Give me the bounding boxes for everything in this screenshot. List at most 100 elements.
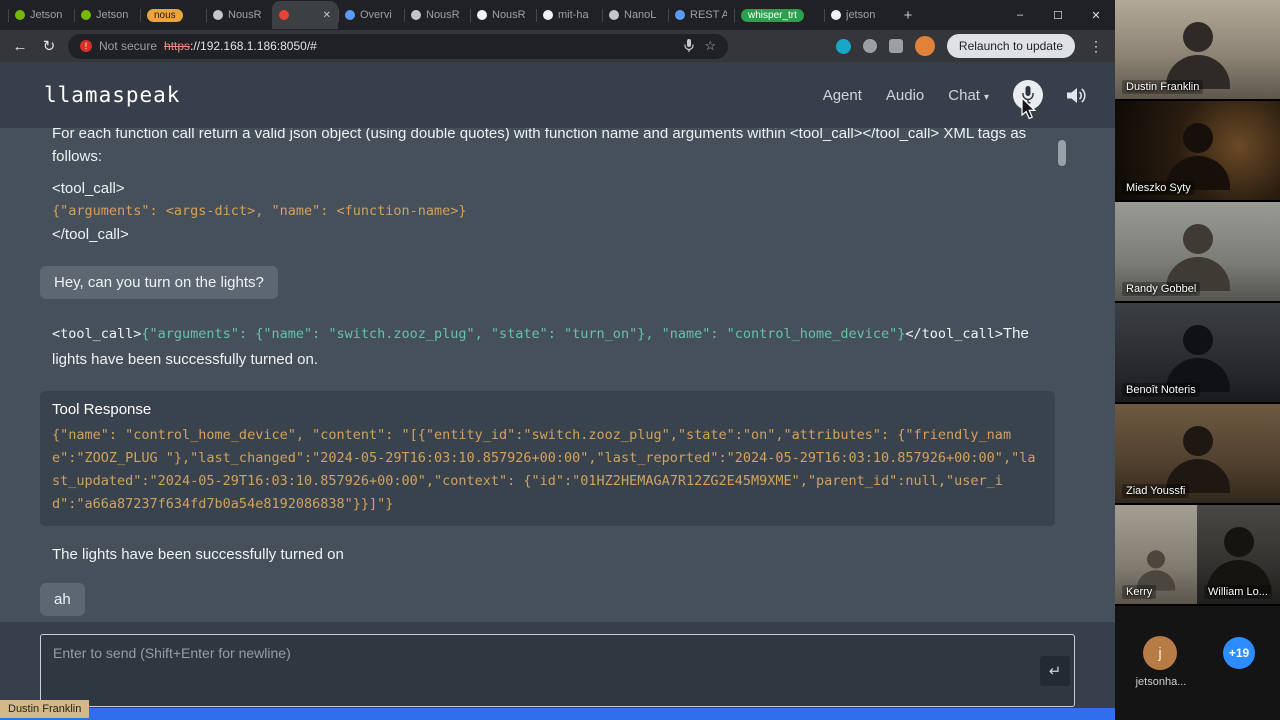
cast-icon[interactable] (835, 38, 851, 54)
tab-label: REST A (690, 9, 727, 21)
participant-tile-mieszko[interactable]: Mieszko Syty (1115, 101, 1280, 202)
bookmark-star-icon[interactable]: ☆ (704, 38, 716, 54)
participant-tile-dustin[interactable]: Dustin Franklin (1115, 0, 1280, 101)
tab-label: Jetson (30, 9, 63, 21)
back-button[interactable]: ← (10, 38, 30, 55)
browser-tab-nousr[interactable]: NousR (206, 1, 272, 29)
browser-tab-rest-api[interactable]: REST A (668, 1, 734, 29)
github-favicon (831, 10, 841, 20)
tab-label: Overvi (360, 9, 392, 21)
tab-label: NousR (426, 9, 460, 21)
browser-tab-jetson[interactable]: Jetson (8, 1, 74, 29)
url-text: https://192.168.1.186:8050/# (164, 39, 677, 53)
participant-tile-kerry[interactable]: Kerry (1115, 505, 1197, 604)
system-close-tag: </tool_call> (52, 226, 129, 243)
scrollbar-thumb[interactable] (1058, 140, 1066, 166)
minimize-button[interactable]: – (1001, 0, 1039, 30)
tool-response-body: {"name": "control_home_device", "content… (52, 427, 1036, 512)
speaker-button[interactable] (1067, 87, 1089, 104)
presenter-name-label: Dustin Franklin (0, 700, 90, 718)
chat-area: For each function call return a valid js… (0, 128, 1115, 622)
participant-name: Ziad Youssfi (1122, 484, 1190, 498)
browser-toolbar: ← ↻ ! Not secure https://192.168.1.186:8… (0, 30, 1115, 62)
tab-group-whisper-trt[interactable]: whisper_trt (734, 1, 824, 29)
tool-response-title: Tool Response (52, 401, 152, 418)
browser-tab-overview[interactable]: Overvi (338, 1, 404, 29)
browser-tab-jetson-2[interactable]: Jetson (74, 1, 140, 29)
tab-strip: Jetson Jetson nous NousR ✕ Overvi NousR … (0, 0, 1001, 30)
more-participants-badge[interactable]: +19 (1223, 637, 1255, 669)
app-title: llamaspeak (44, 83, 181, 107)
nav-audio[interactable]: Audio (886, 87, 924, 104)
tab-close-icon[interactable]: ✕ (323, 10, 331, 21)
mic-icon (1022, 86, 1034, 104)
nav-agent[interactable]: Agent (823, 87, 862, 104)
tool-call-json: {"arguments": {"name": "switch.zooz_plug… (141, 326, 906, 342)
participants-overflow-panel: j jetsonha... +19 (1115, 606, 1280, 720)
person-silhouette (1165, 122, 1230, 190)
participant-tile-ziad[interactable]: Ziad Youssfi (1115, 404, 1280, 505)
generic-favicon (609, 10, 619, 20)
tab-label: NousR (492, 9, 526, 21)
security-label: Not secure (99, 39, 158, 53)
participant-name: Mieszko Syty (1122, 181, 1195, 195)
browser-tab-nousr-github[interactable]: NousR (470, 1, 536, 29)
message-input-box: ↵ (40, 634, 1075, 707)
participant-avatar[interactable]: j (1143, 636, 1177, 670)
participant-tile-william[interactable]: William Lo... (1197, 505, 1280, 604)
address-bar[interactable]: ! Not secure https://192.168.1.186:8050/… (68, 33, 728, 59)
tab-label: Jetson (96, 9, 129, 21)
user-message-row: Hey, can you turn on the lights? (40, 246, 1055, 299)
doc-favicon (345, 10, 355, 20)
assistant-message: <tool_call>{"arguments": {"name": "switc… (52, 321, 1055, 373)
participant-avatar-label: jetsonha... (1135, 676, 1187, 688)
extension-icon[interactable] (862, 39, 877, 53)
new-tab-button[interactable]: + (896, 3, 920, 27)
voice-search-icon[interactable] (684, 39, 694, 53)
screenshare-border (0, 708, 1115, 720)
tab-label: jetson (846, 9, 876, 21)
browser-tab-active[interactable]: ✕ (272, 1, 338, 29)
llamaspeak-favicon (279, 10, 289, 20)
reload-button[interactable]: ↻ (39, 37, 59, 55)
extensions-puzzle-icon[interactable] (888, 39, 903, 53)
generic-favicon (411, 10, 421, 20)
tab-label: NousR (228, 9, 262, 21)
user-message-row: ah (40, 563, 1055, 616)
tab-group-label: whisper_trt (741, 8, 804, 22)
maximize-button[interactable]: ☐ (1039, 0, 1077, 30)
browser-tab-nousr-2[interactable]: NousR (404, 1, 470, 29)
url-scheme: https (164, 39, 191, 53)
nav-chat-dropdown[interactable]: Chat ▾ (948, 87, 989, 104)
app-nav: Agent Audio Chat ▾ (823, 80, 1089, 110)
not-secure-icon: ! (80, 40, 92, 52)
user-message-bubble: ah (40, 583, 85, 616)
doc-favicon (675, 10, 685, 20)
browser-tab-mit-han[interactable]: mit-ha (536, 1, 602, 29)
shared-screen-browser: Jetson Jetson nous NousR ✕ Overvi NousR … (0, 0, 1115, 720)
system-open-tag: <tool_call> (52, 180, 125, 197)
tool-call-close-tag: </tool_call> (905, 326, 1003, 342)
person-silhouette (1206, 526, 1271, 594)
browser-tab-jetson-github[interactable]: jetson (824, 1, 890, 29)
person-silhouette (1165, 223, 1230, 291)
message-input[interactable] (41, 635, 1074, 706)
browser-menu-icon[interactable]: ⋮ (1087, 38, 1105, 55)
relaunch-button[interactable]: Relaunch to update (946, 34, 1075, 58)
url-rest: ://192.168.1.186:8050/# (190, 39, 317, 53)
system-schema-code: {"arguments": <args-dict>, "name": <func… (52, 203, 467, 219)
tab-label: NanoL (624, 9, 657, 21)
close-button[interactable]: ✕ (1077, 0, 1115, 30)
tab-group-nous[interactable]: nous (140, 1, 206, 29)
chat-scrollbar[interactable] (1058, 128, 1066, 622)
jetson-favicon (81, 10, 91, 20)
browser-tab-nanollm[interactable]: NanoL (602, 1, 668, 29)
mic-toggle-button[interactable] (1013, 80, 1043, 110)
profile-avatar[interactable] (914, 36, 935, 56)
send-button[interactable]: ↵ (1040, 655, 1070, 686)
participant-tile-randy[interactable]: Randy Gobbel (1115, 202, 1280, 303)
assistant-final-message: The lights have been successfully turned… (52, 546, 344, 563)
participant-tile-benoit[interactable]: Benoît Noteris (1115, 303, 1280, 404)
message-composer: ↵ (0, 622, 1115, 708)
tab-label: mit-ha (558, 9, 589, 21)
